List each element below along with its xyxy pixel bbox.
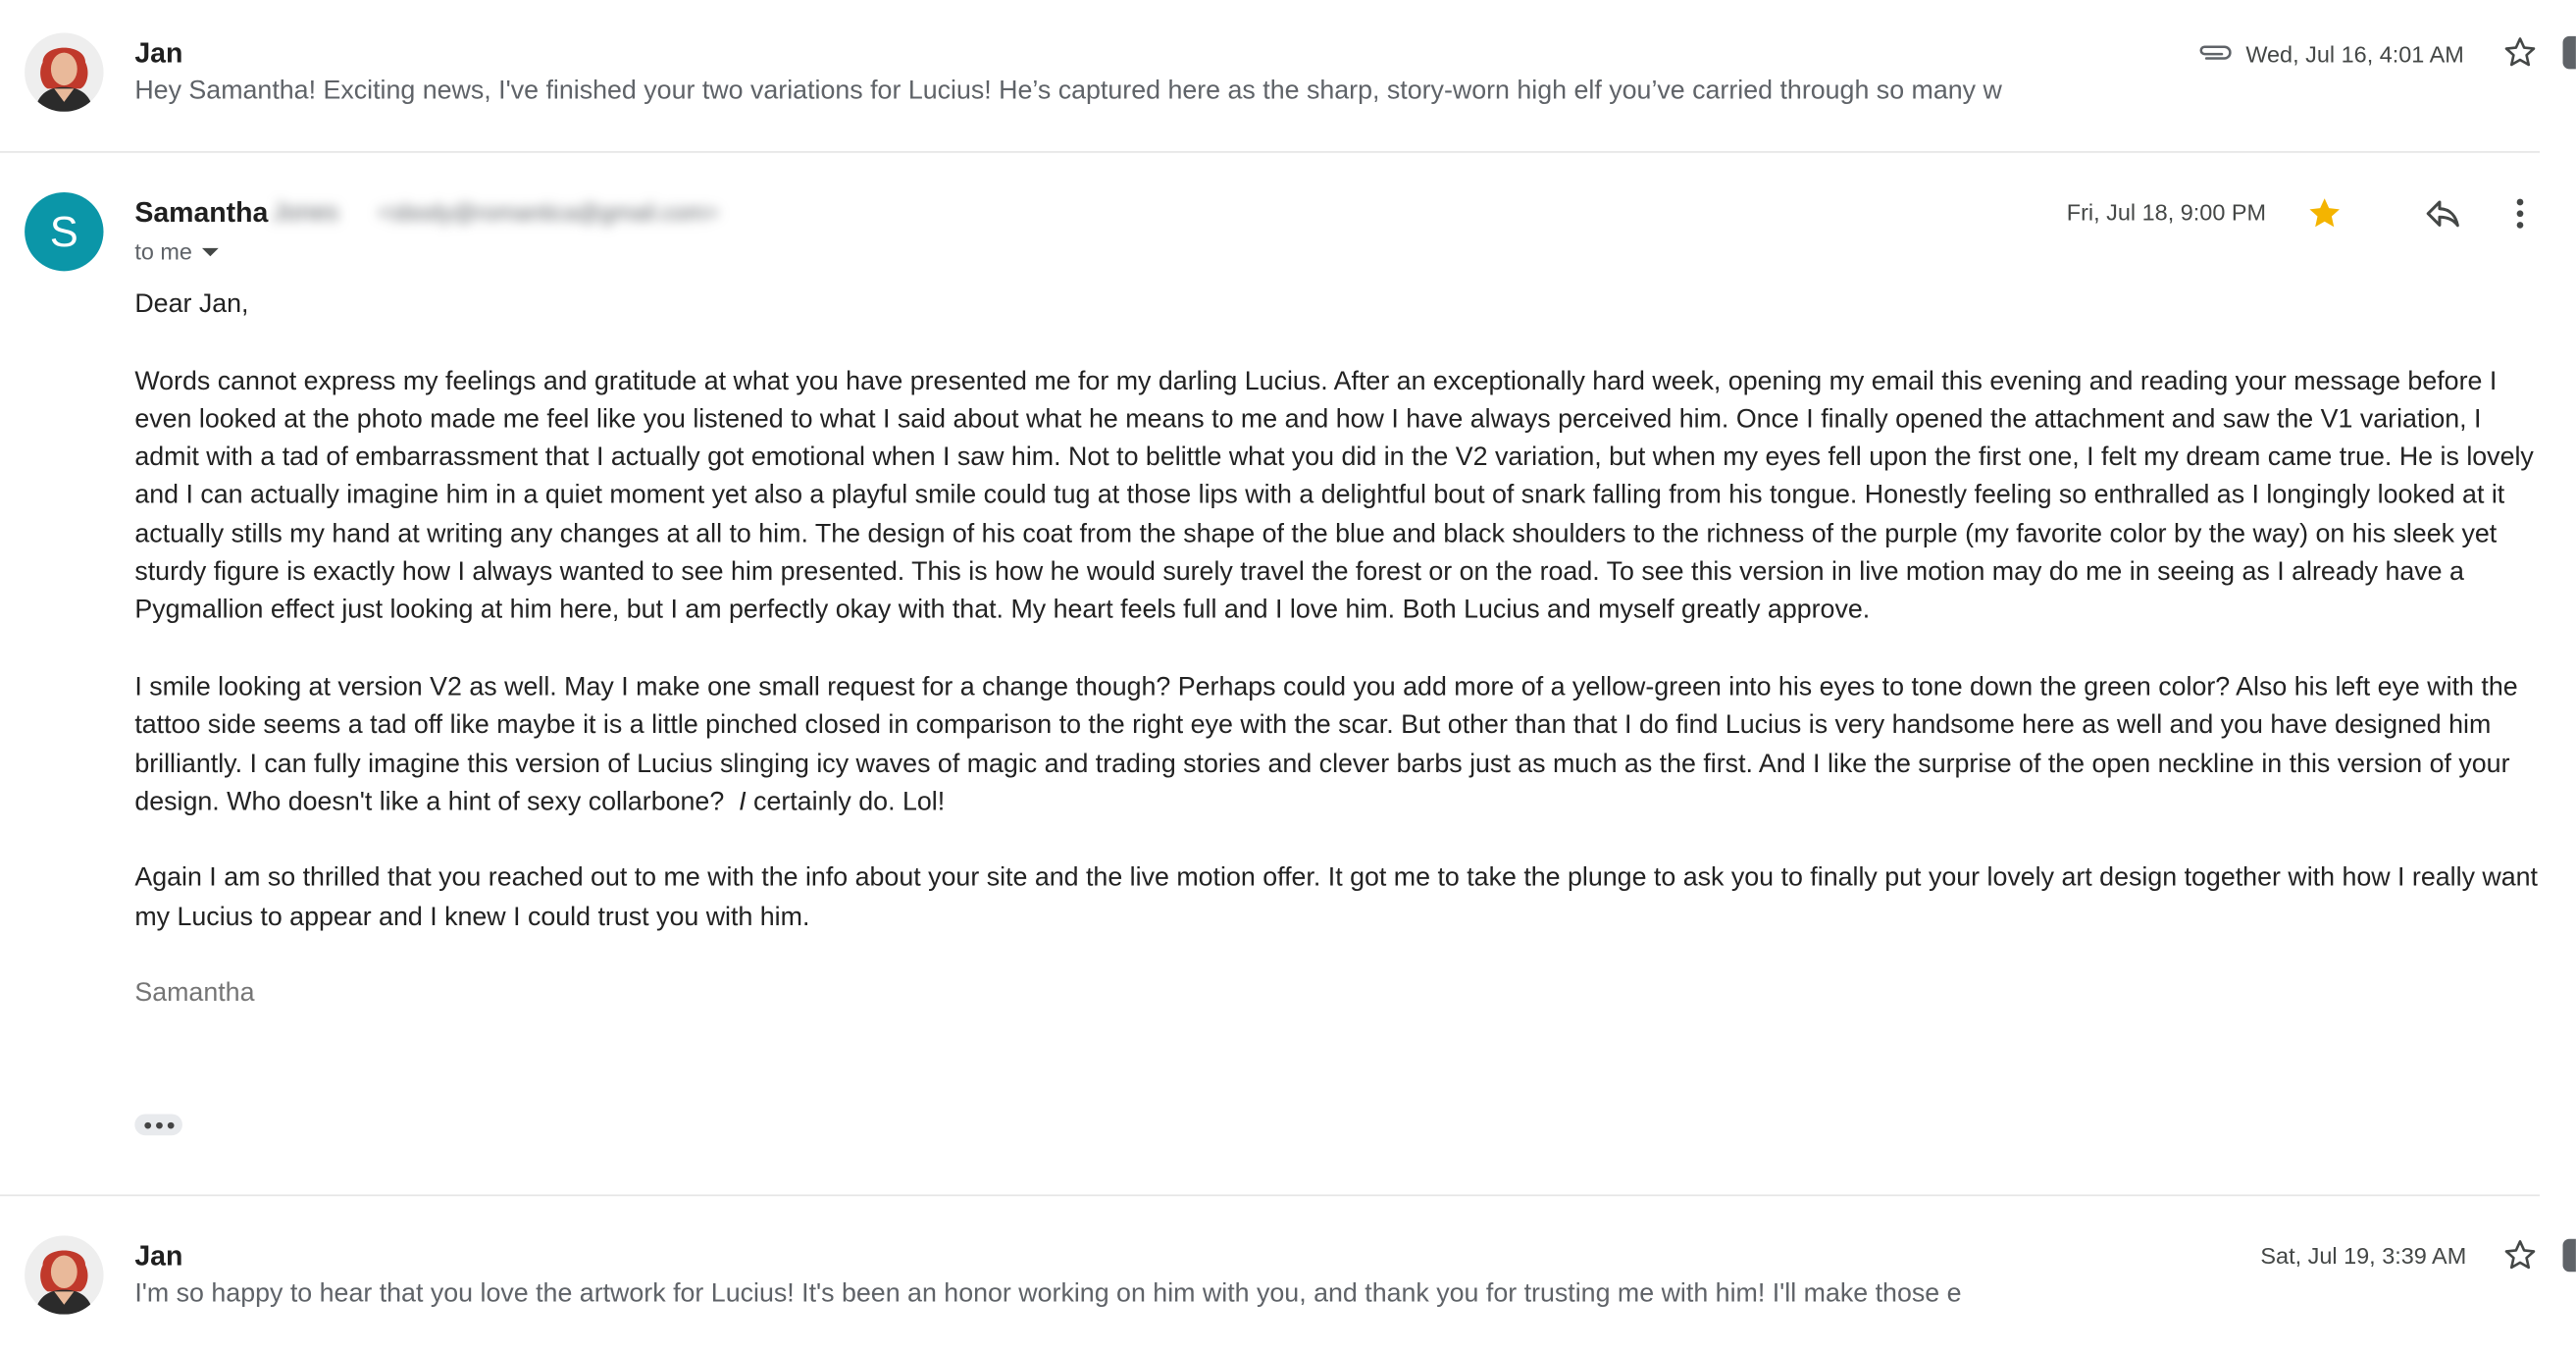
paragraph-text: I smile looking at version V2 as well. M…	[134, 673, 2518, 817]
show-trimmed-content-icon[interactable]	[134, 1114, 182, 1136]
reply-icon[interactable]	[2423, 194, 2462, 242]
avatar	[25, 1235, 104, 1315]
avatar-portrait-icon	[25, 32, 104, 112]
signature: Samantha	[134, 979, 255, 1009]
side-panel-tab[interactable]	[2562, 35, 2576, 70]
message-collapsed-jan-1[interactable]: Jan Hey Samantha! Exciting news, I've fi…	[0, 0, 2576, 151]
recipient-toggle[interactable]: to me	[134, 238, 220, 265]
side-panel-tab[interactable]	[2562, 1238, 2576, 1273]
more-vert-icon[interactable]	[2502, 194, 2539, 242]
star-icon[interactable]	[2502, 1237, 2539, 1281]
message-snippet: Hey Samantha! Exciting news, I've finish…	[134, 77, 2002, 106]
chevron-down-icon	[200, 238, 220, 265]
message-expanded-samantha: S Samantha Jones <sbody@romantica@gmail.…	[0, 153, 2576, 1195]
sender-email-redacted: <sbody@romantica@gmail.com>	[378, 198, 719, 226]
message-snippet: I'm so happy to hear that you love the a…	[134, 1279, 1962, 1309]
paragraph-text: certainly do. Lol!	[746, 788, 946, 817]
email-thread: Jan Hey Samantha! Exciting news, I've fi…	[0, 0, 2576, 1352]
avatar-portrait-icon	[25, 1235, 104, 1315]
sender-name: Samantha	[134, 196, 269, 229]
message-date: Sat, Jul 19, 3:39 AM	[2260, 1242, 2467, 1269]
star-icon[interactable]	[2502, 34, 2539, 78]
star-icon[interactable]	[2305, 194, 2344, 242]
message-date: Fri, Jul 18, 9:00 PM	[2066, 198, 2267, 226]
message-date: Wed, Jul 16, 4:01 AM	[2245, 40, 2464, 68]
message-collapsed-jan-2[interactable]: Jan I'm so happy to hear that you love t…	[0, 1196, 2576, 1352]
avatar: S	[25, 191, 104, 272]
sender-lastname-redacted: Jones	[273, 198, 339, 228]
body-paragraph-1: Words cannot express my feelings and gra…	[134, 367, 2534, 626]
recipient-label: to me	[134, 237, 192, 265]
body-paragraph-3: Again I am so thrilled that you reached …	[134, 864, 2539, 932]
sender-name: Jan	[134, 1240, 183, 1273]
sender-name: Jan	[134, 37, 183, 70]
body-paragraph-2: I smile looking at version V2 as well. M…	[134, 669, 2543, 822]
paperclip-icon	[2196, 41, 2233, 73]
avatar	[25, 32, 104, 112]
message-body: Dear Jan, Words cannot express my feelin…	[134, 286, 2543, 1051]
greeting: Dear Jan,	[134, 290, 249, 319]
